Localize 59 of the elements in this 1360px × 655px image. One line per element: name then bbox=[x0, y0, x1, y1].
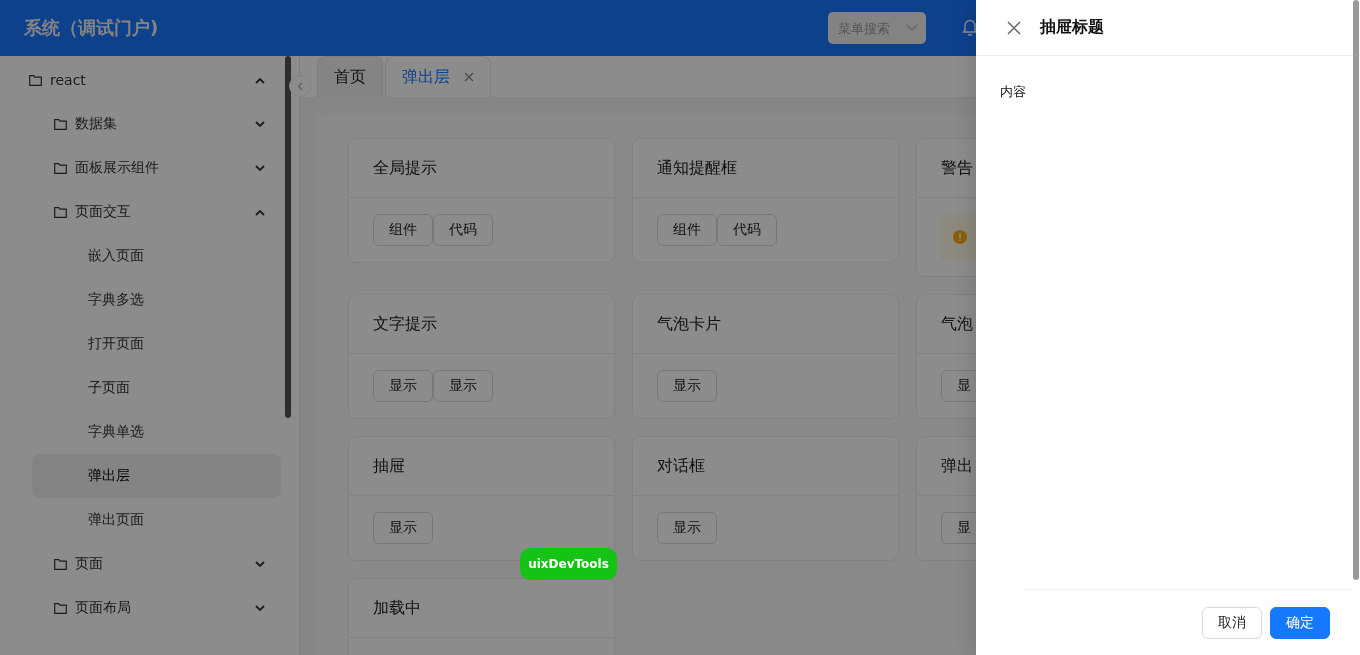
card-title: 弹出 bbox=[941, 455, 973, 477]
card-title: 警告 bbox=[941, 157, 973, 179]
drawer-title: 抽屉标题 bbox=[1040, 17, 1104, 38]
card-title: 对话框 bbox=[657, 455, 705, 477]
card-title: 抽屉 bbox=[373, 455, 405, 477]
folder-icon bbox=[29, 74, 42, 86]
app-title: 系统（调试门户) bbox=[24, 16, 159, 40]
confirm-button[interactable]: 确定 bbox=[1270, 606, 1330, 639]
sidebar-item[interactable]: 弹出层 bbox=[32, 454, 281, 498]
demo-button[interactable]: 显示 bbox=[657, 512, 717, 544]
card-title: 全局提示 bbox=[373, 157, 437, 179]
demo-button[interactable]: 显示 bbox=[433, 370, 493, 402]
close-icon[interactable] bbox=[464, 72, 474, 82]
chevron-up-icon bbox=[255, 208, 265, 216]
demo-button[interactable]: 显示 bbox=[373, 370, 433, 402]
sidebar-item[interactable]: 嵌入页面 bbox=[32, 234, 281, 278]
chevron-down-icon bbox=[906, 24, 918, 32]
chevron-down-icon bbox=[255, 120, 265, 128]
card-title: 气泡卡片 bbox=[657, 313, 721, 335]
close-icon[interactable] bbox=[1007, 20, 1021, 35]
folder-icon bbox=[54, 558, 67, 570]
card-title: 气泡 bbox=[941, 313, 973, 335]
sidebar-item[interactable]: 字典多选 bbox=[32, 278, 281, 322]
folder-icon bbox=[54, 162, 67, 174]
demo-button[interactable]: 组件 bbox=[657, 214, 717, 246]
sidebar-item[interactable]: 打开页面 bbox=[32, 322, 281, 366]
page-tab[interactable]: 首页 bbox=[317, 56, 383, 97]
sidebar-item[interactable]: 数据集 bbox=[0, 102, 281, 146]
sidebar-item[interactable]: 页面交互 bbox=[0, 190, 281, 234]
sidebar-item[interactable]: 子页面 bbox=[32, 366, 281, 410]
folder-icon bbox=[54, 602, 67, 614]
chevron-down-icon bbox=[255, 560, 265, 568]
chevron-left-icon bbox=[297, 81, 303, 91]
chevron-down-icon bbox=[255, 164, 265, 172]
card-title: 文字提示 bbox=[373, 313, 437, 335]
sidebar-item[interactable]: react bbox=[0, 58, 281, 102]
sidebar-item[interactable]: 页面 bbox=[0, 542, 281, 586]
drawer-content: 内容 bbox=[1000, 84, 1026, 99]
sidebar-item[interactable]: 面板展示组件 bbox=[0, 146, 281, 190]
demo-button[interactable]: 代码 bbox=[717, 214, 777, 246]
chevron-up-icon bbox=[255, 76, 265, 84]
sidebar-item[interactable]: 弹出页面 bbox=[32, 498, 281, 542]
folder-icon bbox=[54, 206, 67, 218]
warning-icon bbox=[953, 230, 967, 244]
demo-button[interactable]: 代码 bbox=[433, 214, 493, 246]
bell-icon[interactable] bbox=[962, 19, 978, 37]
cancel-button[interactable]: 取消 bbox=[1202, 606, 1262, 639]
card-title: 通知提醒框 bbox=[657, 157, 737, 179]
chevron-down-icon bbox=[255, 604, 265, 612]
demo-button[interactable]: 组件 bbox=[373, 214, 433, 246]
sidebar-item[interactable]: 字典单选 bbox=[32, 410, 281, 454]
scrollbar-thumb[interactable] bbox=[285, 56, 291, 418]
folder-icon bbox=[54, 118, 67, 130]
card-title: 加载中 bbox=[373, 597, 421, 619]
scrollbar-thumb[interactable] bbox=[1353, 0, 1359, 580]
page-tab[interactable]: 弹出层 bbox=[385, 56, 491, 97]
sidebar-item[interactable]: 页面布局 bbox=[0, 586, 281, 630]
demo-button[interactable]: 显示 bbox=[373, 512, 433, 544]
demo-button[interactable]: 显示 bbox=[657, 370, 717, 402]
